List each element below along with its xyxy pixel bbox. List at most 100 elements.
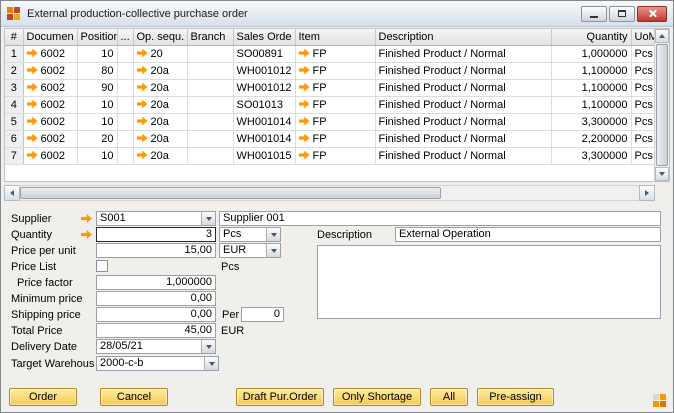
cell-branch[interactable] — [187, 113, 233, 130]
cell-branch[interactable] — [187, 96, 233, 113]
table-row[interactable]: 260028020aWH001012FPFinished Product / N… — [5, 62, 657, 79]
column-header-position[interactable]: Position — [77, 29, 117, 45]
cell-op_seq[interactable]: 20a — [133, 130, 187, 147]
price-per-unit-field[interactable]: 15,00 — [96, 243, 216, 258]
link-arrow-icon[interactable] — [299, 66, 310, 75]
column-header-op_seq[interactable]: Op. sequ. — [133, 29, 187, 45]
resize-grip-icon[interactable] — [653, 394, 667, 408]
cell-quantity[interactable]: 1,000000 — [551, 45, 631, 62]
cell-item[interactable]: FP — [295, 96, 375, 113]
cell-description[interactable]: Finished Product / Normal — [375, 147, 551, 164]
cell-item[interactable]: FP — [295, 45, 375, 62]
vertical-scrollbar[interactable] — [654, 29, 669, 181]
link-arrow-icon[interactable] — [27, 117, 38, 126]
target-warehouse-combo[interactable]: 2000-c-b — [96, 356, 219, 371]
cell-dots[interactable] — [117, 147, 133, 164]
draft-pur-order-button[interactable]: Draft Pur.Order — [236, 388, 324, 406]
cell-document[interactable]: 6002 — [23, 45, 77, 62]
cell-dots[interactable] — [117, 96, 133, 113]
cell-item[interactable]: FP — [295, 113, 375, 130]
link-arrow-icon[interactable] — [299, 83, 310, 92]
cell-sales_order[interactable]: WH001012 — [233, 62, 295, 79]
cell-description[interactable]: Finished Product / Normal — [375, 45, 551, 62]
shipping-per-field[interactable]: 0 — [241, 307, 284, 322]
cell-position[interactable]: 10 — [77, 113, 117, 130]
link-arrow-icon[interactable] — [27, 151, 38, 160]
cell-position[interactable]: 90 — [77, 79, 117, 96]
cell-position[interactable]: 10 — [77, 147, 117, 164]
link-arrow-icon[interactable] — [137, 151, 148, 160]
quantity-uom-combo[interactable]: Pcs — [219, 227, 281, 242]
table-row[interactable]: 460021020aSO01013FPFinished Product / No… — [5, 96, 657, 113]
cell-quantity[interactable]: 3,300000 — [551, 147, 631, 164]
target-warehouse-dropdown-icon[interactable] — [204, 357, 218, 370]
cell-num[interactable]: 5 — [5, 113, 23, 130]
quantity-uom-dropdown-icon[interactable] — [266, 228, 280, 241]
order-button[interactable]: Order — [9, 388, 77, 406]
supplier-link-arrow-icon[interactable] — [81, 214, 92, 223]
cell-branch[interactable] — [187, 147, 233, 164]
delivery-date-dropdown-icon[interactable] — [201, 340, 215, 353]
currency-combo[interactable]: EUR — [219, 243, 281, 258]
cell-sales_order[interactable]: WH001015 — [233, 147, 295, 164]
minimum-price-field[interactable]: 0,00 — [96, 291, 216, 306]
table-row[interactable]: 760021020aWH001015FPFinished Product / N… — [5, 147, 657, 164]
link-arrow-icon[interactable] — [299, 151, 310, 160]
cell-position[interactable]: 20 — [77, 130, 117, 147]
cell-description[interactable]: Finished Product / Normal — [375, 113, 551, 130]
column-header-branch[interactable]: Branch — [187, 29, 233, 45]
table-row[interactable]: 6600220 20a WH001014FPFinished Product / N… — [5, 130, 657, 147]
column-header-dots[interactable]: ... — [117, 29, 133, 45]
cell-sales_order[interactable]: SO01013 — [233, 96, 295, 113]
supplier-name-field[interactable]: Supplier 001 — [219, 211, 661, 226]
cell-num[interactable]: 6 — [5, 130, 23, 147]
link-arrow-icon[interactable] — [27, 134, 38, 143]
minimize-button[interactable] — [581, 6, 607, 22]
link-arrow-icon[interactable] — [27, 66, 38, 75]
cell-document[interactable]: 6002 — [23, 130, 77, 147]
cell-document[interactable]: 6002 — [23, 62, 77, 79]
supplier-dropdown-icon[interactable] — [201, 212, 215, 225]
cell-op_seq[interactable]: 20a — [133, 113, 187, 130]
cell-description[interactable]: Finished Product / Normal — [375, 130, 551, 147]
cell-document[interactable]: 6002 — [23, 96, 77, 113]
quantity-link-arrow-icon[interactable] — [81, 230, 92, 239]
cell-position[interactable]: 80 — [77, 62, 117, 79]
cell-dots[interactable] — [117, 79, 133, 96]
cell-op_seq[interactable]: 20a — [133, 79, 187, 96]
cell-sales_order[interactable]: WH001014 — [233, 130, 295, 147]
cell-document[interactable]: 6002 — [23, 147, 77, 164]
cell-num[interactable]: 1 — [5, 45, 23, 62]
cell-op_seq[interactable]: 20a — [133, 62, 187, 79]
supplier-combo[interactable]: S001 — [96, 211, 216, 226]
scroll-left-button[interactable] — [4, 185, 20, 201]
column-header-sales_order[interactable]: Sales Orde — [233, 29, 295, 45]
cell-num[interactable]: 4 — [5, 96, 23, 113]
link-arrow-icon[interactable] — [137, 117, 148, 126]
link-arrow-icon[interactable] — [137, 83, 148, 92]
vertical-scroll-thumb[interactable] — [656, 44, 668, 166]
scroll-right-button[interactable] — [639, 185, 655, 201]
cell-item[interactable]: FP — [295, 130, 375, 147]
total-price-field[interactable]: 45,00 — [96, 323, 216, 338]
scroll-up-button[interactable] — [655, 29, 669, 43]
price-list-checkbox[interactable] — [96, 260, 108, 272]
delivery-date-combo[interactable]: 28/05/21 — [96, 339, 216, 354]
pre-assign-button[interactable]: Pre-assign — [477, 388, 554, 406]
cell-quantity[interactable]: 1,100000 — [551, 96, 631, 113]
cell-item[interactable]: FP — [295, 147, 375, 164]
cell-item[interactable]: FP — [295, 62, 375, 79]
cell-branch[interactable] — [187, 130, 233, 147]
cell-branch[interactable] — [187, 45, 233, 62]
shipping-price-field[interactable]: 0,00 — [96, 307, 216, 322]
close-button[interactable] — [637, 6, 667, 22]
cell-quantity[interactable]: 2,200000 — [551, 130, 631, 147]
column-header-document[interactable]: Documen — [23, 29, 77, 45]
horizontal-scroll-thumb[interactable] — [20, 187, 441, 199]
only-shortage-button[interactable]: Only Shortage — [333, 388, 421, 406]
cell-op_seq[interactable]: 20a — [133, 147, 187, 164]
column-header-description[interactable]: Description — [375, 29, 551, 45]
cell-branch[interactable] — [187, 79, 233, 96]
cell-num[interactable]: 3 — [5, 79, 23, 96]
cell-op_seq[interactable]: 20a — [133, 96, 187, 113]
